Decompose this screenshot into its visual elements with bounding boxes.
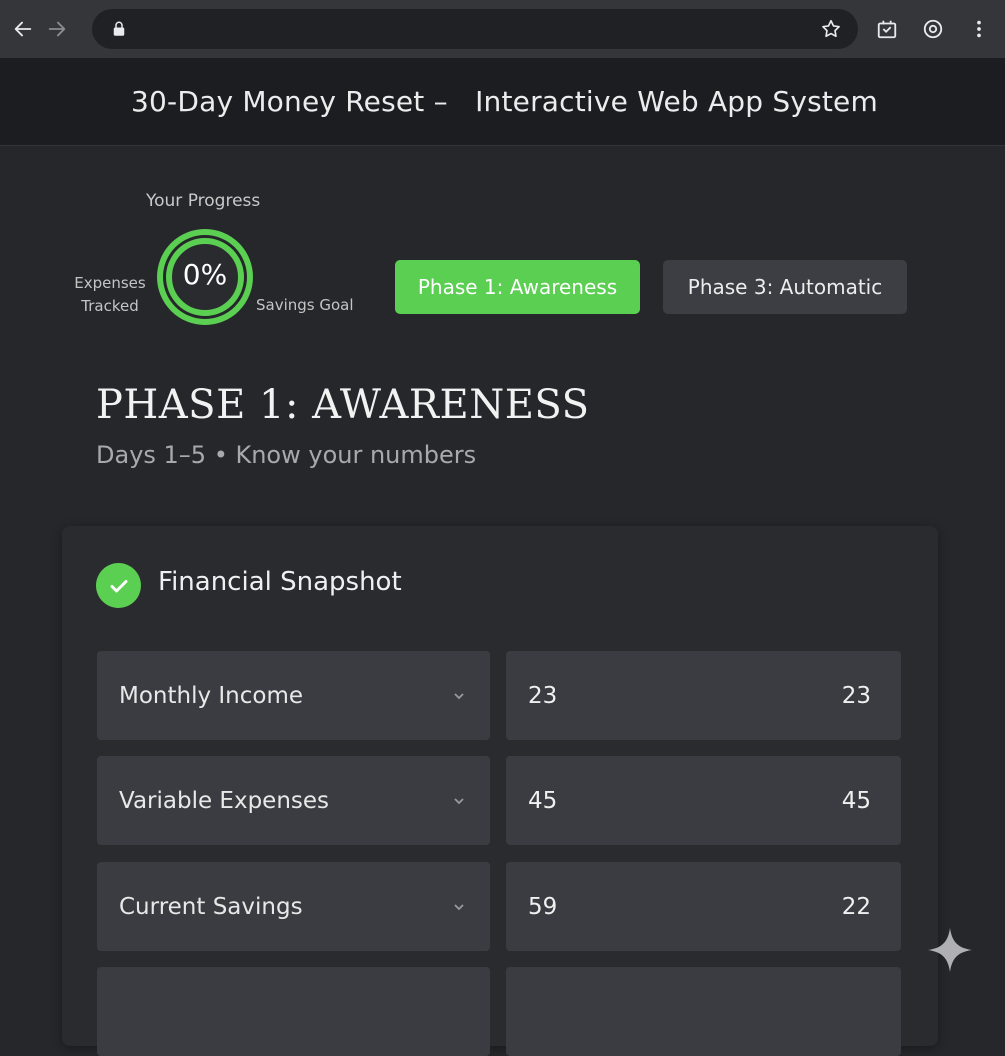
progress-label: Your Progress (146, 191, 261, 211)
monthly-income-field[interactable]: 23 23 (506, 651, 901, 740)
app-header: 30-Day Money Reset – Interactive Web App… (0, 58, 1005, 146)
phase-subheading: Days 1–5 • Know your numbers (96, 441, 477, 469)
browser-toolbar (0, 0, 1005, 58)
variable-expenses-field[interactable]: 45 45 (506, 756, 901, 845)
lock-icon (113, 21, 125, 36)
row-label-text: Monthly Income (119, 682, 304, 709)
row-value-secondary: 45 (841, 787, 871, 814)
toolbar-actions (875, 0, 1005, 58)
progress-value: 0% (182, 258, 228, 291)
expenses-tracked-caption: Expenses Tracked (74, 274, 146, 315)
row-value: 45 (528, 787, 558, 814)
chevron-down-icon (454, 692, 464, 699)
row-value: 23 (528, 682, 558, 709)
row-label-text: Variable Expenses (119, 787, 330, 814)
star-icon[interactable] (820, 18, 842, 40)
chevron-down-icon (454, 797, 464, 804)
account-icon[interactable] (921, 17, 945, 41)
row-value-secondary: 23 (841, 682, 871, 709)
app-title: 30-Day Money Reset – Interactive Web App… (131, 85, 878, 118)
phase-heading: PHASE 1: AWARENESS (96, 382, 590, 428)
check-circle-icon (96, 563, 141, 608)
sparkle-icon (928, 928, 972, 972)
savings-goal-caption: Savings Goal (256, 296, 354, 314)
row-label-text: Current Savings (119, 893, 303, 920)
download-icon[interactable] (875, 17, 899, 41)
row-partial[interactable] (97, 967, 490, 1056)
back-arrow-icon[interactable] (10, 16, 36, 42)
row-partial-field[interactable] (506, 967, 901, 1056)
current-savings-field[interactable]: 59 22 (506, 862, 901, 951)
more-vert-icon[interactable] (967, 17, 991, 41)
phase-1-button[interactable]: Phase 1: Awareness (395, 260, 640, 314)
phase-3-button[interactable]: Phase 3: Automatic (663, 260, 907, 314)
card-title: Financial Snapshot (158, 567, 402, 597)
current-savings-select[interactable]: Current Savings (97, 862, 490, 951)
forward-arrow-icon[interactable] (44, 16, 70, 42)
row-value-secondary: 22 (841, 893, 871, 920)
row-value: 59 (528, 893, 558, 920)
address-bar[interactable] (92, 9, 858, 49)
variable-expenses-select[interactable]: Variable Expenses (97, 756, 490, 845)
monthly-income-select[interactable]: Monthly Income (97, 651, 490, 740)
chevron-down-icon (454, 903, 464, 910)
